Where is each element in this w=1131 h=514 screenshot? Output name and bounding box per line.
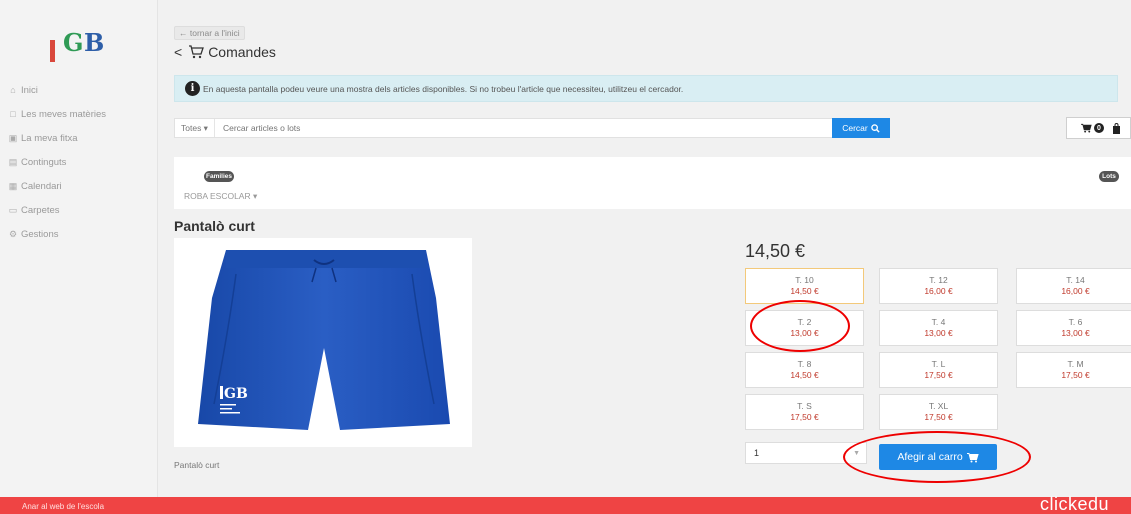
families-pill[interactable]: Families [204,171,234,182]
size-price: 13,00 € [790,328,819,338]
size-price: 17,50 € [1061,370,1090,380]
sidebar-nav: ⌂ Inici □ Les meves matèries ▣ La meva f… [0,78,158,246]
size-label: T. 2 [797,317,812,327]
id-card-icon: ▣ [8,132,18,143]
page-title: < Comandes [174,44,276,60]
chevron-down-icon: ▼ [853,449,860,457]
calendar-icon: ▦ [8,180,18,191]
size-label: T. 4 [931,317,946,327]
add-to-cart-label: Afegir al carro [897,451,963,463]
info-icon: i [185,81,200,96]
content-icon: ▤ [8,156,18,167]
search-icon [870,123,880,133]
sidebar-item-fitxa[interactable]: ▣ La meva fitxa [0,126,158,150]
size-option[interactable]: T. M 17,50 € [1016,352,1131,388]
gears-icon: ⚙ [8,228,18,239]
size-label: T. 10 [795,275,814,285]
families-panel: Families Lots ROBA ESCOLAR ▾ [174,157,1131,209]
search-bar: Totes ▾ Cercar [174,118,890,138]
logo-e-bar [50,40,55,62]
cart-icon [966,452,979,462]
size-price: 14,50 € [790,286,819,296]
clickedu-logo: clickedu [1039,494,1109,514]
sidebar-item-label: Les meves matèries [21,108,107,120]
quantity-select[interactable]: 1 ▼ [745,442,867,464]
size-price: 13,00 € [1061,328,1090,338]
size-price: 13,00 € [924,328,953,338]
product-price: 14,50 € [745,241,806,261]
size-label: T. 8 [797,359,812,369]
back-chevron-icon[interactable]: < [174,44,182,60]
size-label: T. L [931,359,946,369]
sidebar-item-label: Continguts [21,156,67,168]
size-price: 17,50 € [790,412,819,422]
size-option[interactable]: T. S 17,50 € [745,394,864,430]
info-alert: i En aquesta pantalla podeu veure una mo… [174,75,1118,102]
size-option[interactable]: T. XL 17,50 € [879,394,998,430]
folder-icon: ▭ [8,204,18,215]
page-title-text: Comandes [208,44,276,60]
size-price: 16,00 € [1061,286,1090,296]
back-to-home-link[interactable]: ← tornar a l'inici [174,26,245,40]
product-title: Pantalò curt [174,218,255,234]
size-label: T. S [797,401,812,411]
size-option[interactable]: T. 10 14,50 € [745,268,864,304]
shorts-image: GB [198,250,450,430]
sidebar-item-materies[interactable]: □ Les meves matèries [0,102,158,126]
product-image: GB [174,238,472,447]
sidebar-item-gestions[interactable]: ⚙ Gestions [0,222,158,246]
sidebar-item-label: La meva fitxa [21,132,78,144]
size-label: T. 14 [1066,275,1085,285]
sidebar-item-calendari[interactable]: ▦ Calendari [0,174,158,198]
size-option[interactable]: T. 12 16,00 € [879,268,998,304]
school-logo[interactable]: G B [50,26,110,66]
size-price: 14,50 € [790,370,819,380]
sidebar-item-label: Calendari [21,180,62,192]
sidebar-item-carpetes[interactable]: ▭ Carpetes [0,198,158,222]
size-label: T. XL [928,401,949,411]
size-option[interactable]: T. 8 14,50 € [745,352,864,388]
family-dropdown[interactable]: ROBA ESCOLAR ▾ [184,191,257,202]
logo-b: B [84,28,105,57]
sidebar-item-label: Gestions [21,228,59,240]
size-option[interactable]: T. 6 13,00 € [1016,310,1131,346]
size-price: 16,00 € [924,286,953,296]
product-caption: Pantalò curt [174,460,220,470]
home-icon: ⌂ [10,85,16,95]
logo-g: G [63,28,84,57]
school-website-link[interactable]: Anar al web de l'escola [22,502,104,511]
shopping-bag-icon[interactable] [1112,122,1121,134]
sidebar: G B ⌂ Inici □ Les meves matèries ▣ La me… [0,0,158,497]
sidebar-item-continguts[interactable]: ▤ Continguts [0,150,158,174]
svg-text:GB: GB [224,386,248,402]
size-label: T. M [1067,359,1084,369]
cart-count-badge: 0 [1094,123,1104,133]
search-input[interactable] [214,123,889,133]
sidebar-item-inici[interactable]: ⌂ Inici [0,78,158,102]
book-icon: □ [10,109,16,119]
size-price: 17,50 € [924,412,953,422]
sidebar-item-label: Carpetes [21,204,60,216]
size-label: T. 12 [929,275,948,285]
size-label: T. 6 [1068,317,1083,327]
size-option[interactable]: T. 4 13,00 € [879,310,998,346]
size-option[interactable]: T. L 17,50 € [879,352,998,388]
cart-button[interactable]: 0 [1081,123,1104,133]
search-button[interactable]: Cercar [832,118,890,138]
size-option[interactable]: T. 14 16,00 € [1016,268,1131,304]
cart-outline-icon [189,45,205,59]
filter-dropdown[interactable]: Totes ▾ [175,119,215,137]
add-to-cart-button[interactable]: Afegir al carro [879,444,997,470]
size-price: 17,50 € [924,370,953,380]
size-option[interactable]: T. 2 13,00 € [745,310,864,346]
cart-widget: 0 [1066,117,1131,139]
sidebar-item-label: Inici [21,84,38,96]
cart-icon [1081,123,1092,133]
info-text: En aquesta pantalla podeu veure una most… [203,83,684,94]
quantity-value: 1 [754,448,760,458]
lots-pill[interactable]: Lots [1099,171,1119,182]
footer: Anar al web de l'escola clickedu [0,494,1131,514]
search-button-label: Cercar [842,123,868,133]
